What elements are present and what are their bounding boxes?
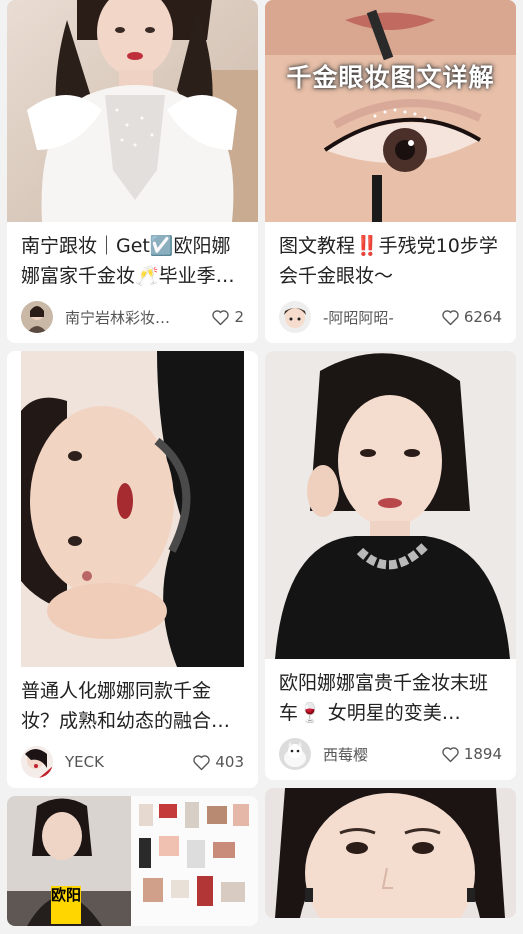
note-card[interactable]: 千金眼妆图文详解 图文教程‼️手残党10步学会千金眼妆～ -阿昭阿昭- 6264 [265,0,516,343]
author-name[interactable]: 西莓樱 [323,744,435,765]
note-cover-image[interactable] [265,788,516,918]
note-meta: YECK 403 [7,736,258,788]
note-card[interactable]: 欧阳 [7,796,258,926]
heart-icon [442,309,459,325]
note-card[interactable]: 南宁跟妆｜Get☑️欧阳娜娜富家千金妆🥂毕业季… 南宁岩林彩妆… 2 [7,0,258,343]
note-cover-image[interactable]: 欧阳 [7,796,258,926]
note-title[interactable]: 南宁跟妆｜Get☑️欧阳娜娜富家千金妆🥂毕业季… [7,222,258,291]
note-card[interactable] [265,788,516,918]
face-closeup-photo [265,788,516,918]
like-count: 1894 [463,745,502,763]
heart-icon [212,309,230,325]
heart-icon [442,746,459,762]
like-button[interactable]: 1894 [441,745,502,763]
note-title[interactable]: 普通人化娜娜同款千金妆？成熟和幼态的融合… [7,667,258,736]
avatar-image [21,301,53,333]
cover-overlay-title: 千金眼妆图文详解 [286,63,495,92]
note-card[interactable]: 欧阳娜娜富贵千金妆末班车🍷 女明星的变美… 西莓樱 1894 [265,351,516,780]
avatar-image [279,738,311,770]
collage-photo [7,796,258,926]
avatar-image [279,301,311,333]
author-avatar[interactable] [21,746,53,778]
like-count: 403 [215,753,244,771]
like-button[interactable]: 403 [192,753,244,771]
author-name[interactable]: -阿昭阿昭- [323,307,435,328]
note-cover-image[interactable]: 千金眼妆图文详解 [265,0,516,222]
like-button[interactable]: 6264 [441,308,502,326]
like-count: 2 [234,308,244,326]
note-meta: -阿昭阿昭- 6264 [265,291,516,343]
note-cover-image[interactable] [265,351,516,659]
author-avatar[interactable] [21,301,53,333]
like-count: 6264 [463,308,502,326]
note-cover-image[interactable] [7,0,258,222]
woman-black-top-photo [265,351,516,659]
note-title[interactable]: 欧阳娜娜富贵千金妆末班车🍷 女明星的变美… [265,659,516,728]
note-card[interactable]: 普通人化娜娜同款千金妆？成熟和幼态的融合… YECK 403 [7,351,258,788]
bride-photo [7,0,258,222]
overlay-tag: 欧阳 [51,886,81,924]
note-meta: 西莓樱 1894 [265,728,516,780]
heart-icon [193,754,211,770]
eye-makeup-photo [265,0,516,222]
author-name[interactable]: 南宁岩林彩妆… [65,307,205,328]
note-meta: 南宁岩林彩妆… 2 [7,291,258,343]
avatar-image [21,746,53,778]
feed-column-left: 南宁跟妆｜Get☑️欧阳娜娜富家千金妆🥂毕业季… 南宁岩林彩妆… 2 普通人化娜… [7,0,258,934]
note-title[interactable]: 图文教程‼️手残党10步学会千金眼妆～ [265,222,516,291]
like-button[interactable]: 2 [211,308,244,326]
woman-lying-photo [7,351,258,667]
feed-column-right: 千金眼妆图文详解 图文教程‼️手残党10步学会千金眼妆～ -阿昭阿昭- 6264 [265,0,516,926]
author-avatar[interactable] [279,738,311,770]
author-name[interactable]: YECK [65,753,186,771]
note-cover-image[interactable] [7,351,258,667]
author-avatar[interactable] [279,301,311,333]
